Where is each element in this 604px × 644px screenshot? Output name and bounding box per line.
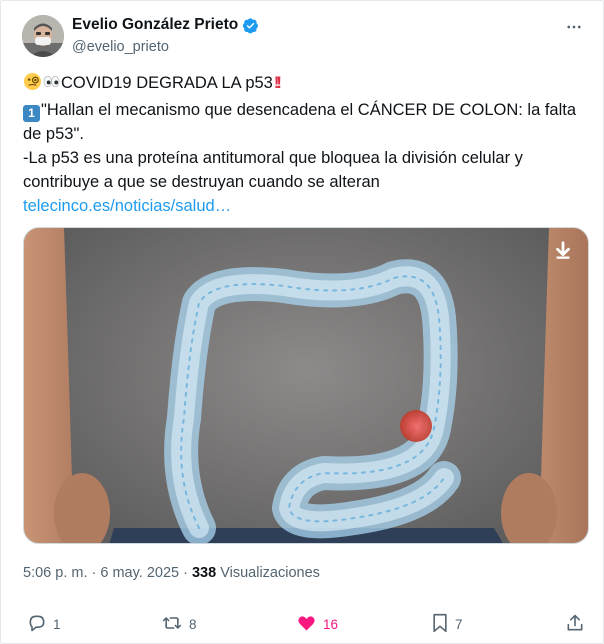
views-count: 338 <box>191 565 217 581</box>
repost-button[interactable]: 8 <box>161 613 197 636</box>
author-handle[interactable]: @evelio_prieto <box>72 39 169 55</box>
post-meta: 5:06 p. m. · 6 may. 2025 · 338 Visualiza… <box>23 565 320 581</box>
like-count: 16 <box>323 617 339 632</box>
post-link[interactable]: telecinco.es/noticias/salud… <box>23 194 588 218</box>
eyes-icon <box>42 72 61 98</box>
keycap-one-icon: 1 <box>23 105 40 122</box>
post-line-5: contribuye a que se destruyan cuando se … <box>23 173 380 191</box>
post-text: COVID19 DEGRADA LA p53!! 1 "Hallan el mec… <box>23 71 588 218</box>
download-icon[interactable] <box>552 240 574 262</box>
reply-count: 1 <box>53 617 61 632</box>
post-image[interactable] <box>23 227 589 544</box>
avatar[interactable] <box>22 15 64 57</box>
repost-icon <box>161 613 183 636</box>
reply-icon <box>27 613 47 636</box>
verified-badge-icon <box>242 17 259 34</box>
post-line-1-text: COVID19 DEGRADA LA p53 <box>61 74 273 92</box>
post-line-1: COVID19 DEGRADA LA p53!! <box>23 71 588 98</box>
post-line-2-text: "Hallan el mecanismo que desencadena el … <box>41 101 577 119</box>
like-button[interactable]: 16 <box>296 613 338 636</box>
post-line-4: -La p53 es una proteína antitumoral que … <box>23 149 523 167</box>
post-timestamp[interactable]: 5:06 p. m. · 6 may. 2025 · <box>23 565 192 581</box>
views-label: Visualizaciones <box>216 565 320 581</box>
bookmark-icon <box>431 613 449 636</box>
author-name[interactable]: Evelio González Prieto <box>72 16 238 34</box>
action-bar: 1 8 16 7 <box>1 605 604 641</box>
face-with-monocle-icon <box>23 72 42 98</box>
heart-icon <box>296 613 317 636</box>
double-exclamation-icon: !! <box>273 74 282 92</box>
post-line-3: de p53". <box>23 125 84 143</box>
share-icon <box>565 613 585 636</box>
share-button[interactable] <box>565 613 585 636</box>
bookmark-button[interactable]: 7 <box>431 613 463 636</box>
bookmark-count: 7 <box>455 617 463 632</box>
reply-button[interactable]: 1 <box>27 613 61 636</box>
author-name-row[interactable]: Evelio González Prieto <box>72 16 259 34</box>
post-line-2: 1 "Hallan el mecanismo que desencadena el… <box>23 98 588 122</box>
post-card[interactable]: Evelio González Prieto @evelio_prieto CO… <box>0 0 604 644</box>
more-icon[interactable] <box>562 15 586 39</box>
repost-count: 8 <box>189 617 197 632</box>
